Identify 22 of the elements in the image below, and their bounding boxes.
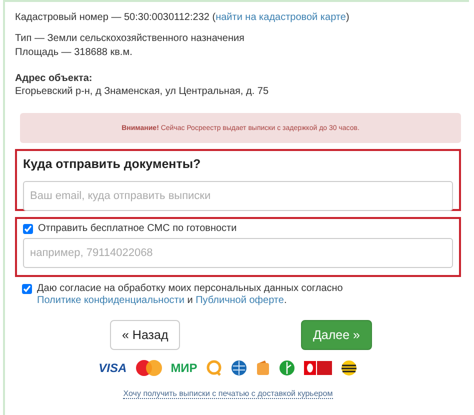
sms-label: Отправить бесплатное СМС по готовности bbox=[38, 223, 237, 234]
courier-link[interactable]: Хочу получить выписки с печатью с доставкой курьером bbox=[123, 389, 333, 399]
phone-field[interactable]: например, 79114022068 bbox=[23, 238, 453, 268]
section-title: Куда отправить документы? bbox=[23, 157, 202, 171]
consent-checkbox[interactable] bbox=[22, 284, 32, 294]
email-field[interactable]: Ваш email, куда отправить выписки bbox=[23, 181, 453, 211]
address-value: Егорьевский р-н, д Знаменская, ул Центральная, д. 75 bbox=[15, 85, 270, 99]
privacy-link[interactable]: Политике конфиденциальности bbox=[37, 295, 184, 306]
offer-link[interactable]: Публичной оферте bbox=[196, 295, 284, 306]
sms-checkbox[interactable] bbox=[23, 224, 33, 234]
wallet-icon bbox=[256, 360, 270, 376]
land-area: Площадь — 318688 кв.м. bbox=[15, 46, 461, 60]
consent-text: Даю согласие на обработку моих персональных данных согласно Политике конфиденциальности и Публичной оферте. bbox=[37, 283, 344, 307]
map-link[interactable]: найти на кадастровой карте bbox=[216, 12, 346, 23]
visa-logo: VISA bbox=[98, 361, 127, 375]
address-label: Адрес объекта: bbox=[15, 73, 94, 85]
mir-logo: МИР bbox=[170, 361, 198, 375]
next-button[interactable]: Далее » bbox=[300, 320, 372, 350]
back-button[interactable]: « Назад bbox=[110, 320, 180, 350]
globe-icon bbox=[231, 360, 248, 376]
cadastral-number: Кадастровый номер — 50:30:0030112:232 (найти на кадастровой карте) bbox=[15, 11, 350, 25]
land-type: Тип — Земли сельскохозяйственного назначения bbox=[15, 32, 246, 46]
